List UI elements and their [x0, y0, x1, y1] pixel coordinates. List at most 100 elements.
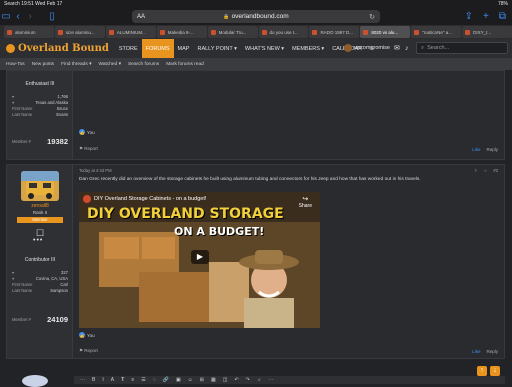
url-text: overlandbound.com — [231, 13, 289, 20]
address-bar[interactable]: AA 🔒 overlandbound.com ↻ — [132, 10, 380, 23]
bell-icon[interactable]: ♪ — [405, 45, 412, 52]
nav-rally-point[interactable]: RALLY POINT ▾ — [193, 39, 240, 58]
bookmark-icon[interactable]: ☆ — [484, 168, 488, 173]
embedded-video[interactable]: DIY Overland Storage Cabinets - on a bud… — [79, 192, 320, 328]
undo-icon[interactable]: ↶ — [234, 377, 238, 383]
browser-tab[interactable]: Modular Tru... — [207, 26, 258, 38]
settings-icon[interactable]: ☼ — [257, 377, 262, 383]
like-button[interactable]: Like — [472, 349, 480, 354]
like-thumb-icon: 👍 — [79, 129, 85, 135]
favicon-icon — [363, 29, 369, 35]
user-stats: ▾ 327 ⌖ Covina, CA, USA First Name Carl Las… — [12, 269, 68, 293]
favicon-icon — [57, 29, 63, 35]
reply-button[interactable]: Reply — [486, 147, 498, 152]
reload-icon[interactable]: ↻ — [369, 13, 375, 21]
media-icon[interactable]: ⊞ — [200, 377, 204, 383]
video-share-button[interactable]: ↪ Share — [299, 195, 312, 209]
likes-summary[interactable]: 👍 You — [79, 129, 95, 135]
browser-tab[interactable]: aluminium — [4, 26, 54, 38]
reply-button[interactable]: Reply — [486, 349, 498, 354]
scroll-up-icon[interactable]: ↑ — [477, 366, 487, 376]
post-timestamp[interactable]: Today at 4:43 PM — [79, 168, 112, 173]
table-icon[interactable]: ▦ — [211, 377, 216, 383]
text-color-icon[interactable]: A — [111, 377, 114, 383]
like-thumb-icon: 👍 — [79, 332, 85, 338]
subnav-search-forums[interactable]: Search forums — [128, 62, 159, 67]
user-stats: ▾ 1,766 ⌖ Texas and Alaska First Name Bruce… — [12, 93, 68, 117]
search-input[interactable]: ⌕ Search... — [416, 42, 508, 54]
lock-icon: 🔒 — [223, 13, 230, 20]
new-tab-icon[interactable]: + — [483, 11, 489, 22]
account-menu[interactable]: uncompromise — [343, 44, 390, 52]
subnav-find-threads[interactable]: Find threads ▾ — [61, 62, 91, 67]
tab-grid-icon[interactable]: ⧉ — [499, 11, 506, 22]
scroll-down-icon[interactable]: ↓ — [490, 366, 500, 376]
browser-tab[interactable]: "rusticoNe" a... — [411, 26, 462, 38]
tabs-overview-icon[interactable]: ▯ — [46, 11, 58, 22]
quote-icon[interactable]: ◫ — [223, 377, 228, 383]
nav-store[interactable]: STORE — [115, 39, 142, 58]
editor-more-icon[interactable]: ⋯ — [80, 377, 85, 383]
subnav-watched[interactable]: Watched ▾ — [98, 62, 121, 67]
member-number: Member # 24109 — [12, 315, 68, 324]
link-icon[interactable]: 🔗 — [163, 377, 169, 383]
share-post-icon[interactable]: ⇪ — [474, 168, 478, 173]
browser-tab[interactable]: RADO 1997 D... — [309, 26, 360, 38]
bold-icon[interactable]: B — [92, 377, 95, 383]
post-footer: ⚑ Report Like Reply — [79, 145, 498, 153]
inbox-icon[interactable]: ✉ — [394, 45, 401, 52]
subnav-new-posts[interactable]: New posts — [32, 62, 54, 67]
sidebar-toggle-icon[interactable]: ▭ — [0, 11, 12, 22]
video-title[interactable]: DIY Overland Storage Cabinets - on a bud… — [94, 196, 206, 202]
video-big-title: DIY OVERLAND STORAGE — [87, 206, 284, 222]
editor-overflow-icon[interactable]: ⋯ — [268, 377, 273, 383]
redo-icon[interactable]: ↷ — [246, 377, 250, 383]
align-icon[interactable]: ≡ — [131, 377, 134, 383]
list-icon[interactable]: ☰ — [141, 377, 145, 383]
status-time: Search 19:51 Wed Feb 17 — [4, 1, 63, 7]
browser-toolbar: ▭ ‹ › ▯ AA 🔒 overlandbound.com ↻ ⇪ + ⧉ — [0, 8, 512, 25]
like-button[interactable]: Like — [472, 147, 480, 152]
share-icon[interactable]: ⇪ — [465, 11, 473, 22]
report-button[interactable]: ⚑ Report — [79, 348, 98, 354]
nav-map[interactable]: MAP — [174, 39, 194, 58]
browser-tab[interactable]: ALUMINIUM... — [105, 26, 156, 38]
forward-button[interactable]: › — [24, 11, 36, 22]
subnav-how-tos[interactable]: How-Tos — [6, 62, 25, 67]
post-number[interactable]: #3 — [493, 168, 498, 173]
favicon-icon — [465, 29, 471, 35]
member-badge: Member — [17, 217, 63, 223]
reader-text-size-button[interactable]: AA — [137, 14, 145, 20]
play-icon[interactable]: ▶ — [191, 250, 209, 264]
italic-icon[interactable]: I — [102, 377, 103, 383]
subnav-mark-read[interactable]: Mark forums read — [166, 62, 204, 67]
back-button[interactable]: ‹ — [12, 11, 24, 22]
avatar[interactable] — [21, 171, 59, 201]
status-bar: Search 19:51 Wed Feb 17 78% — [0, 0, 512, 8]
site-logo[interactable]: Overland Bound — [6, 43, 109, 54]
favicon-icon — [210, 29, 216, 35]
share-arrow-icon: ↪ — [302, 196, 309, 203]
member-number: Member # 19382 — [12, 137, 68, 146]
likes-summary[interactable]: 👍 You — [79, 332, 95, 338]
nav-members[interactable]: MEMBERS ▾ — [288, 39, 328, 58]
site-nav: Overland Bound STORE FORUMS MAP RALLY PO… — [0, 39, 512, 58]
favicon-icon — [261, 29, 267, 35]
browser-tab-active[interactable]: 8020 vs alu... — [360, 26, 411, 38]
video-subtitle: ON A BUDGET! — [174, 225, 265, 238]
browser-tab[interactable]: DIXY_t... — [462, 26, 512, 38]
browser-tab[interactable]: Makedia 8-... — [156, 26, 207, 38]
emoji-icon[interactable]: ☺ — [188, 377, 193, 383]
favicon-icon — [7, 29, 12, 35]
browser-tab[interactable]: size aluminu... — [54, 26, 105, 38]
browser-tab[interactable]: do you use t... — [258, 26, 309, 38]
nav-whats-new[interactable]: WHAT'S NEW ▾ — [241, 39, 288, 58]
spoiler-icon[interactable]: ◌ — [153, 377, 156, 383]
post-footer: ⚑ Report Like Reply — [79, 347, 498, 355]
nav-forums[interactable]: FORUMS — [141, 39, 174, 58]
channel-avatar — [83, 195, 91, 203]
font-size-icon[interactable]: 𝐓 — [121, 377, 124, 383]
post-username[interactable]: zeroall8 — [7, 203, 73, 209]
image-icon[interactable]: ▣ — [176, 377, 181, 383]
report-button[interactable]: ⚑ Report — [79, 146, 98, 152]
